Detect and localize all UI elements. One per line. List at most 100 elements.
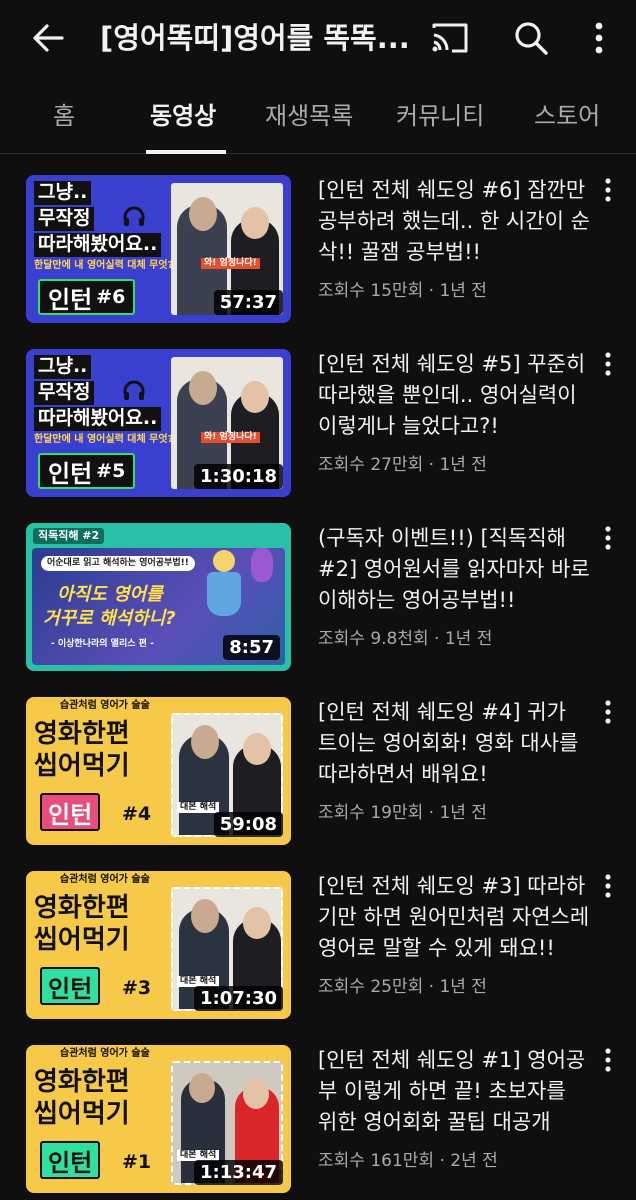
thumb-line: 그냥.. [34, 181, 92, 205]
active-tab-indicator [146, 150, 226, 154]
video-thumbnail[interactable]: 습관처럼 영어가 술술 영화한편 씹어먹기 인턴 #3 대본 해석 1:07:3… [26, 871, 291, 1019]
thumb-top-text: 습관처럼 영어가 술술 [60, 700, 150, 711]
thumb-badge: 인턴 [40, 967, 101, 1005]
video-title[interactable]: [인턴 전체 쉐도잉 #1] 영어공부 이렇게 하면 끝! 초보자를 위한 영어… [318, 1045, 590, 1138]
thumb-line: 거꾸로 해석하니? [43, 608, 176, 629]
video-thumbnail[interactable]: 그냥.. 무작정 따라해봤어요.. 한달만에 내 영어실력 대체 무엇?? 인턴… [26, 349, 291, 497]
thumb-line: 무작정 [34, 381, 95, 405]
thumb-line: 따라해봤어요.. [34, 233, 162, 257]
video-meta: 조회수 25만회 · 1년 전 [318, 977, 487, 997]
video-title[interactable]: (구독자 이벤트!!) [직독직해 #2] 영어원서를 읽자마자 바로 이해하는… [318, 523, 590, 616]
video-meta: 조회수 9.8천회 · 1년 전 [318, 629, 493, 649]
thumb-top-text: 습관처럼 영어가 술술 [60, 1048, 150, 1059]
video-thumbnail[interactable]: 그냥.. 무작정 따라해봤어요.. 한달만에 내 영어실력 대체 무엇?? 인턴… [26, 175, 291, 323]
search-icon[interactable] [511, 18, 551, 58]
alice-figure [213, 550, 235, 572]
actor-face [189, 197, 217, 231]
video-meta: 조회수 19만회 · 1년 전 [318, 803, 487, 823]
more-vert-icon[interactable] [600, 873, 616, 901]
thumb-badge-text: 인턴 [48, 285, 93, 314]
thumb-line: 씹어먹기 [34, 751, 130, 781]
thumb-line: 영화한편 [34, 1067, 130, 1097]
headphones-icon [123, 380, 145, 400]
video-title[interactable]: [인턴 전체 쉐도잉 #4] 귀가 트이는 영어회화! 영화 대사를 따라하면서… [318, 697, 590, 790]
thumb-badge-num: #3 [122, 977, 152, 999]
actress-face [243, 733, 271, 765]
cheshire-cat [251, 548, 273, 582]
headphones-icon [123, 206, 145, 226]
actor-face [189, 371, 217, 405]
actor-face [189, 1073, 215, 1103]
thumb-badge-num: #6 [96, 286, 126, 308]
thumb-line: 영화한편 [34, 893, 130, 923]
thumb-badge: 인턴 [40, 1141, 101, 1179]
thumb-line: 그냥.. [34, 355, 92, 379]
arrow-left-icon[interactable] [28, 18, 68, 58]
actor-face [191, 899, 219, 933]
video-item[interactable]: 직독직해 #2 어순대로 읽고 해석하는 영어공부법!! 아직도 영어를 거꾸로… [0, 523, 636, 673]
thumb-caption: 와! 엄청나다! [201, 257, 260, 269]
thumb-bubble: 어순대로 읽고 해석하는 영어공부법!! [41, 556, 195, 572]
video-duration: 1:07:30 [193, 986, 283, 1011]
actress-face [241, 207, 269, 239]
thumb-line: 아직도 영어를 [57, 584, 163, 605]
thumb-badge-num: #4 [122, 803, 152, 825]
thumb-line: 씹어먹기 [34, 925, 130, 955]
video-duration: 59:08 [213, 812, 283, 837]
thumb-line: 따라해봤어요.. [34, 407, 162, 431]
thumb-subtitle: 한달만에 내 영어실력 대체 무엇?? [34, 260, 180, 271]
thumb-badge-text: 인턴 [48, 1148, 93, 1177]
video-item[interactable]: 습관처럼 영어가 술술 영화한편 씹어먹기 인턴 #4 대본 해석 59:08 … [0, 697, 636, 847]
more-vert-icon[interactable] [588, 18, 610, 58]
thumb-badge-text: 인턴 [48, 974, 93, 1003]
thumb-caption: 대본 해석 [177, 801, 220, 813]
alice-dress [207, 572, 241, 616]
thumb-line: 영화한편 [34, 719, 130, 749]
cast-icon[interactable] [430, 20, 470, 56]
video-duration: 1:30:18 [193, 464, 283, 489]
more-vert-icon[interactable] [600, 699, 616, 727]
video-thumbnail[interactable]: 습관처럼 영어가 술술 영화한편 씹어먹기 인턴 #1 대본 해석 1:13:4… [26, 1045, 291, 1193]
thumb-badge-num: #5 [96, 460, 126, 482]
thumb-badge-text: 인턴 [48, 459, 93, 488]
video-meta: 조회수 15만회 · 1년 전 [318, 281, 487, 301]
thumb-line: 씹어먹기 [34, 1099, 130, 1129]
thumb-badge: 인턴 [40, 793, 101, 831]
video-duration: 1:13:47 [193, 1160, 283, 1185]
thumb-badge: 인턴 #5 [38, 453, 136, 489]
thumb-badge-text: 인턴 [48, 800, 93, 829]
more-vert-icon[interactable] [600, 1047, 616, 1075]
video-item[interactable]: 그냥.. 무작정 따라해봤어요.. 한달만에 내 영어실력 대체 무엇?? 인턴… [0, 349, 636, 499]
tab-playlists[interactable]: 재생목록 [265, 98, 353, 138]
video-title[interactable]: [인턴 전체 쉐도잉 #6] 잠깐만 공부하려 했는데.. 한 시간이 순삭!!… [318, 175, 590, 268]
top-app-bar: [영어똑띠]영어를 똑똑... [0, 0, 636, 76]
channel-title: [영어똑띠]영어를 똑똑... [100, 21, 410, 55]
video-duration: 57:37 [213, 290, 283, 315]
thumb-badge: 인턴 #6 [38, 279, 136, 315]
video-thumbnail[interactable]: 직독직해 #2 어순대로 읽고 해석하는 영어공부법!! 아직도 영어를 거꾸로… [26, 523, 291, 671]
tab-videos[interactable]: 동영상 [150, 98, 216, 138]
actress-face [243, 907, 271, 939]
more-vert-icon[interactable] [600, 177, 616, 205]
video-item[interactable]: 습관처럼 영어가 술술 영화한편 씹어먹기 인턴 #3 대본 해석 1:07:3… [0, 871, 636, 1021]
video-item[interactable]: 습관처럼 영어가 술술 영화한편 씹어먹기 인턴 #1 대본 해석 1:13:4… [0, 1045, 636, 1195]
video-item[interactable]: 그냥.. 무작정 따라해봤어요.. 한달만에 내 영어실력 대체 무엇?? 인턴… [0, 175, 636, 325]
tab-store[interactable]: 스토어 [534, 98, 600, 138]
video-title[interactable]: [인턴 전체 쉐도잉 #3] 따라하기만 하면 원어민처럼 자연스레 영어로 말… [318, 871, 590, 964]
thumb-caption: 와! 엄청나다! [201, 431, 260, 443]
more-vert-icon[interactable] [600, 525, 616, 553]
video-title[interactable]: [인턴 전체 쉐도잉 #5] 꾸준히 따라했을 뿐인데.. 영어실력이 이렇게나… [318, 349, 590, 442]
thumb-tag: 직독직해 #2 [33, 528, 105, 544]
actor-face [191, 725, 219, 759]
actress-face [241, 381, 269, 413]
thumb-top-text: 습관처럼 영어가 술술 [60, 874, 150, 885]
video-duration: 8:57 [223, 635, 280, 660]
thumb-subtitle: - 이상한나라의 앨리스 편 - [51, 639, 154, 649]
thumb-line: 무작정 [34, 207, 95, 231]
video-thumbnail[interactable]: 습관처럼 영어가 술술 영화한편 씹어먹기 인턴 #4 대본 해석 59:08 [26, 697, 291, 845]
tab-home[interactable]: 홈 [53, 98, 75, 138]
tab-community[interactable]: 커뮤니티 [396, 98, 484, 138]
video-meta: 조회수 27만회 · 1년 전 [318, 455, 487, 475]
more-vert-icon[interactable] [600, 351, 616, 379]
thumb-subtitle: 한달만에 내 영어실력 대체 무엇?? [34, 434, 180, 445]
